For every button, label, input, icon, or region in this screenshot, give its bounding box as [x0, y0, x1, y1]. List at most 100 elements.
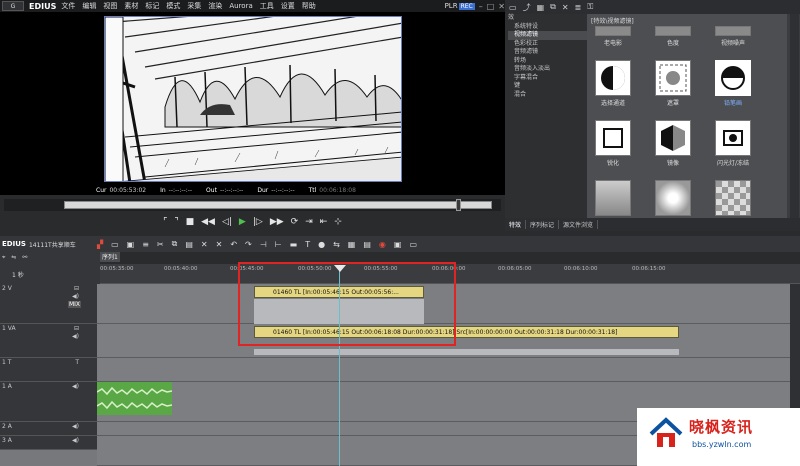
effect-pencil-sketch[interactable]: 铅笔画: [713, 60, 753, 108]
tree-item[interactable]: 转场: [508, 57, 587, 66]
clip-1va-audio[interactable]: [254, 349, 679, 355]
menu-tools[interactable]: 工具: [260, 1, 274, 11]
track-header-1t[interactable]: 1 T T: [0, 358, 97, 382]
tree-item[interactable]: 键: [508, 82, 587, 91]
insert-icon[interactable]: ⇥: [305, 217, 313, 227]
overwrite-icon[interactable]: ⇤: [320, 217, 328, 227]
effect-mirror[interactable]: 镜像: [653, 120, 693, 168]
plr-label[interactable]: PLR: [445, 2, 458, 10]
menu-settings[interactable]: 设置: [281, 1, 295, 11]
sync-lock-icon[interactable]: ⚯: [22, 254, 27, 262]
menu-mode[interactable]: 模式: [166, 1, 180, 11]
menu-marker[interactable]: 标记: [145, 1, 159, 11]
tree-item[interactable]: 音频淡入淡出: [508, 65, 587, 74]
sync-icon[interactable]: ▬: [290, 240, 298, 249]
title-icon[interactable]: T: [305, 240, 310, 249]
speaker-icon[interactable]: ◀): [72, 437, 79, 444]
effect-sharpen[interactable]: 锐化: [593, 120, 633, 168]
new-sequence-icon[interactable]: ▞: [97, 240, 103, 249]
effects-scrollbar[interactable]: [790, 14, 799, 218]
scene-icon[interactable]: ▤: [363, 240, 371, 249]
delete-icon[interactable]: ✕: [562, 3, 569, 12]
mix-icon[interactable]: MIX: [67, 300, 81, 308]
menu-edit[interactable]: 编辑: [82, 1, 96, 11]
track-header-3a[interactable]: 3 A ◀): [0, 436, 97, 450]
clip-marker-icon[interactable]: ⊹: [334, 217, 342, 227]
menu-render[interactable]: 渲染: [208, 1, 222, 11]
record-icon[interactable]: ◉: [379, 240, 386, 249]
track-lane-1t[interactable]: [97, 358, 790, 382]
copy-icon[interactable]: ⧉: [172, 239, 178, 249]
layout-icon[interactable]: ▦: [537, 3, 545, 12]
fast-forward-icon[interactable]: ▶▶: [270, 217, 284, 227]
title-track-icon[interactable]: T: [75, 359, 79, 366]
snap-icon[interactable]: ⌖: [2, 254, 5, 262]
play-icon[interactable]: ▶: [239, 217, 246, 227]
up-icon[interactable]: ⤴: [523, 2, 531, 13]
export-icon[interactable]: ▣: [394, 240, 402, 249]
paste-icon[interactable]: ▤: [185, 240, 193, 249]
undo-icon[interactable]: ↶: [230, 240, 237, 249]
rewind-icon[interactable]: ◀◀: [201, 217, 215, 227]
tree-item[interactable]: 效: [508, 14, 587, 23]
grid-icon[interactable]: ▦: [348, 240, 356, 249]
menu-help[interactable]: 帮助: [302, 1, 316, 11]
ripple-icon[interactable]: ⇋: [11, 254, 16, 262]
effect-strobe-freeze[interactable]: 闪光灯/冻结: [713, 120, 753, 168]
preview-scrubber[interactable]: [4, 199, 501, 211]
step-back-icon[interactable]: ◁|: [222, 217, 232, 227]
timeline-settings-icon[interactable]: ▭: [409, 240, 417, 249]
minimize-icon[interactable]: –: [479, 2, 483, 11]
tree-item[interactable]: 系统特设: [508, 23, 587, 32]
redo-icon[interactable]: ↷: [245, 240, 252, 249]
tab-source-browser[interactable]: 源文件浏览: [559, 220, 599, 229]
menu-clip[interactable]: 素材: [124, 1, 138, 11]
menu-file[interactable]: 文件: [61, 1, 75, 11]
speaker-icon[interactable]: ◀): [72, 333, 79, 340]
track-header-1a[interactable]: 1 A ◀): [0, 382, 97, 422]
open-icon[interactable]: ▭: [111, 240, 119, 249]
tree-item-selected[interactable]: 视频滤镜: [508, 31, 587, 40]
scale-label[interactable]: 1 秒: [0, 270, 100, 279]
tree-item[interactable]: 混合: [508, 91, 587, 100]
tree-item[interactable]: 音频滤镜: [508, 48, 587, 57]
mixer-icon[interactable]: ⇆: [333, 240, 340, 249]
track-header-2a[interactable]: 2 A ◀): [0, 422, 97, 436]
track-header-1va[interactable]: 1 VA ⊟ ◀): [0, 324, 97, 358]
scrub-track[interactable]: [64, 201, 492, 209]
mic-icon[interactable]: ●: [318, 240, 325, 249]
lock-icon[interactable]: ⚿: [587, 2, 593, 12]
tree-item[interactable]: 字幕混合: [508, 74, 587, 83]
step-forward-icon[interactable]: |▷: [253, 217, 263, 227]
eye-icon[interactable]: ⊟: [74, 285, 79, 292]
set-out-icon[interactable]: ⌝: [174, 217, 178, 227]
speaker-icon[interactable]: ◀): [72, 293, 79, 300]
delete-icon[interactable]: ✕: [201, 240, 208, 249]
tab-sequence-markers[interactable]: 序列标记: [526, 220, 560, 229]
track-header-2v[interactable]: 2 V ⊟ ◀) MIX: [0, 284, 97, 324]
stop-icon[interactable]: ■: [186, 217, 195, 227]
eye-icon[interactable]: ⊟: [74, 325, 79, 332]
menu-capture[interactable]: 采集: [187, 1, 201, 11]
view-icon[interactable]: ≣: [575, 3, 582, 12]
copy-icon[interactable]: ⧉: [550, 2, 556, 12]
close-icon[interactable]: ✕: [498, 2, 505, 11]
folder-icon[interactable]: ▭: [509, 3, 517, 12]
rec-label[interactable]: REC: [458, 2, 475, 10]
link-icon[interactable]: ⊢: [275, 240, 282, 249]
ripple-delete-icon[interactable]: ✕: [216, 240, 223, 249]
loop-icon[interactable]: ⟳: [291, 217, 299, 227]
cut-icon[interactable]: ✂: [157, 240, 164, 249]
tab-sequence-1[interactable]: 序列1: [100, 252, 120, 262]
set-in-icon[interactable]: ⌜: [163, 217, 167, 227]
effect-mask[interactable]: 遮罩: [653, 60, 693, 108]
split-icon[interactable]: ⊣: [260, 240, 267, 249]
menu-aurora[interactable]: Aurora: [229, 2, 252, 10]
scrub-handle[interactable]: [455, 199, 461, 211]
audio-clip[interactable]: [96, 382, 173, 415]
effect-select-channel[interactable]: 选择通道: [593, 60, 633, 108]
maximize-icon[interactable]: □: [487, 2, 495, 11]
list-icon[interactable]: ≡: [142, 240, 149, 249]
speaker-icon[interactable]: ◀): [72, 423, 79, 430]
save-icon[interactable]: ▣: [127, 240, 135, 249]
